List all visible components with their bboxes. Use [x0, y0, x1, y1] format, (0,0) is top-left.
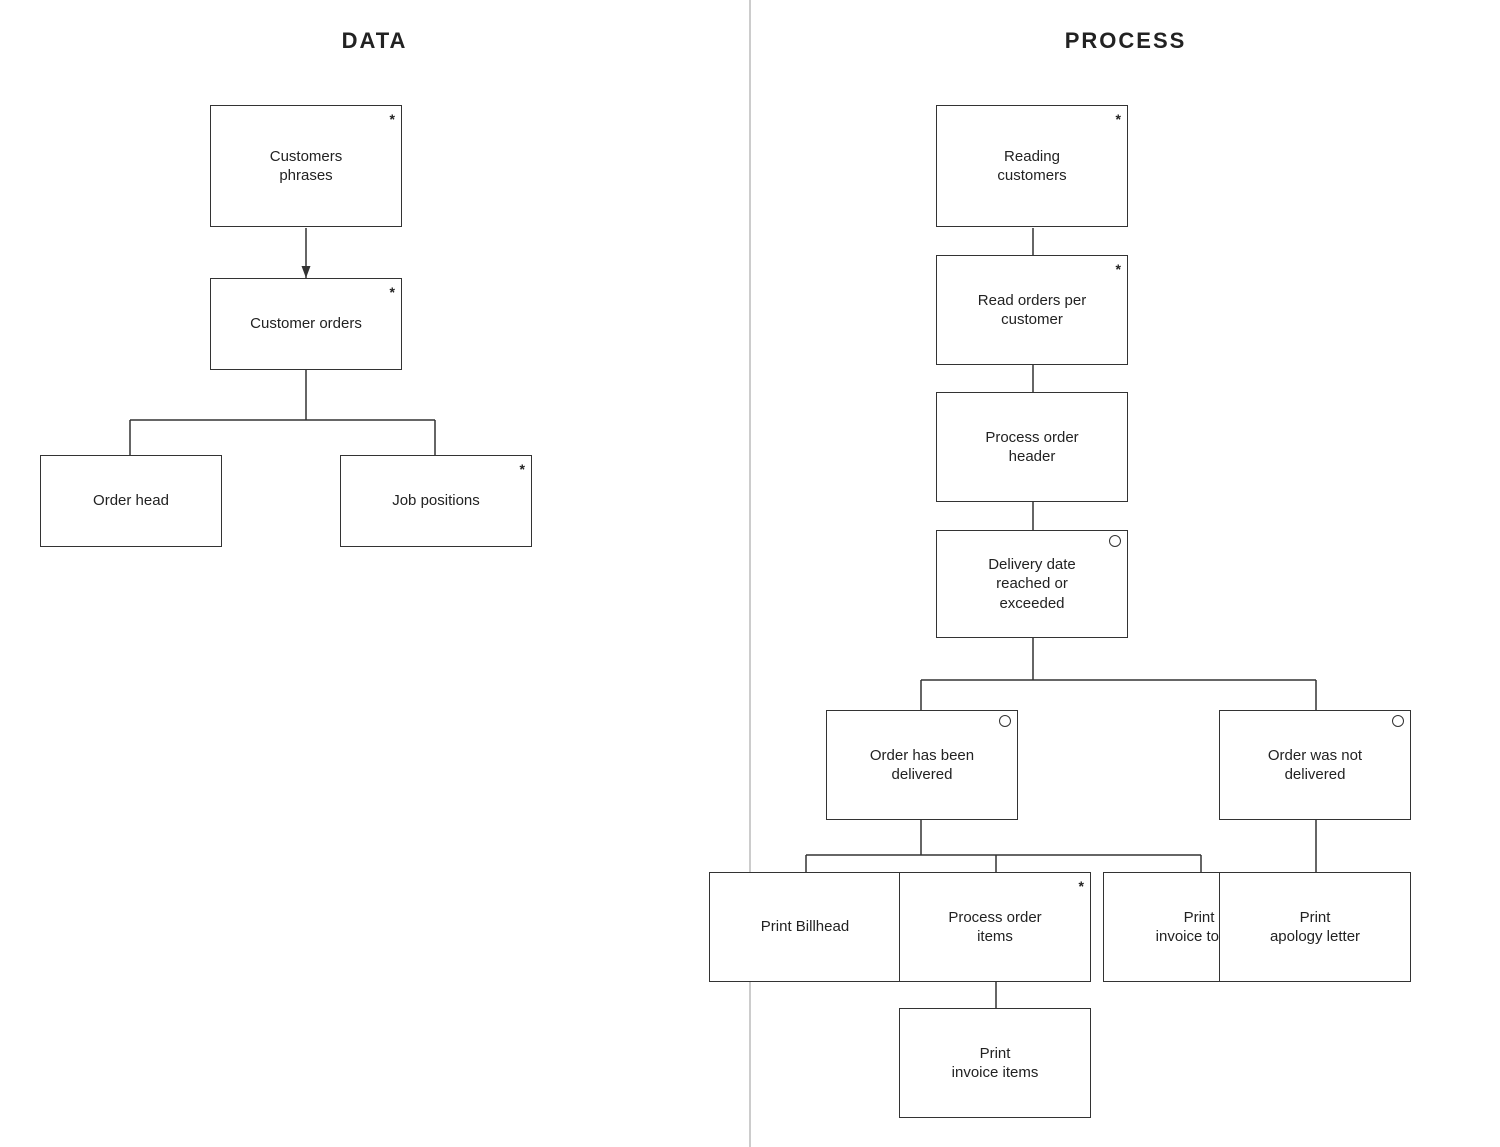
- order-delivered-label: Order has beendelivered: [870, 746, 974, 785]
- process-title: PROCESS: [751, 28, 1500, 54]
- delivery-date-label: Delivery datereached orexceeded: [988, 555, 1076, 614]
- customer-orders-label: Customer orders: [250, 314, 362, 334]
- print-billhead-label: Print Billhead: [761, 917, 849, 937]
- order-delivered-node: Order has beendelivered: [826, 710, 1018, 820]
- process-order-items-node: Process orderitems *: [899, 872, 1091, 982]
- diagram-container: DATA Customersphrases * Cu: [0, 0, 1500, 1147]
- process-order-header-node: Process orderheader: [936, 392, 1128, 502]
- customers-phrases-label: Customersphrases: [270, 147, 343, 186]
- process-panel: PROCESS: [751, 0, 1500, 1147]
- order-not-delivered-circle: [1392, 715, 1404, 727]
- reading-customers-marker: *: [1116, 110, 1121, 128]
- customer-orders-node: Customer orders *: [210, 278, 402, 370]
- reading-customers-label: Readingcustomers: [997, 147, 1066, 186]
- order-head-label: Order head: [93, 491, 169, 511]
- process-order-header-label: Process orderheader: [985, 428, 1078, 467]
- read-orders-label: Read orders percustomer: [978, 291, 1086, 330]
- print-invoice-items-label: Printinvoice items: [952, 1044, 1039, 1083]
- job-positions-label: Job positions: [392, 491, 480, 511]
- process-order-items-marker: *: [1079, 877, 1084, 895]
- print-apology-letter-label: Printapology letter: [1270, 908, 1360, 947]
- print-invoice-items-node: Printinvoice items: [899, 1008, 1091, 1118]
- delivery-date-circle: [1109, 535, 1121, 547]
- read-orders-marker: *: [1116, 260, 1121, 278]
- print-apology-letter-node: Printapology letter: [1219, 872, 1411, 982]
- delivery-date-node: Delivery datereached orexceeded: [936, 530, 1128, 638]
- read-orders-node: Read orders percustomer *: [936, 255, 1128, 365]
- customers-phrases-marker: *: [390, 110, 395, 128]
- order-head-node: Order head: [40, 455, 222, 547]
- job-positions-marker: *: [520, 460, 525, 478]
- print-billhead-node: Print Billhead: [709, 872, 901, 982]
- order-delivered-circle: [999, 715, 1011, 727]
- job-positions-node: Job positions *: [340, 455, 532, 547]
- customers-phrases-node: Customersphrases *: [210, 105, 402, 227]
- data-panel: DATA Customersphrases * Cu: [0, 0, 749, 1147]
- reading-customers-node: Readingcustomers *: [936, 105, 1128, 227]
- customer-orders-marker: *: [390, 283, 395, 301]
- order-not-delivered-label: Order was notdelivered: [1268, 746, 1362, 785]
- data-title: DATA: [0, 28, 749, 54]
- process-order-items-label: Process orderitems: [948, 908, 1041, 947]
- order-not-delivered-node: Order was notdelivered: [1219, 710, 1411, 820]
